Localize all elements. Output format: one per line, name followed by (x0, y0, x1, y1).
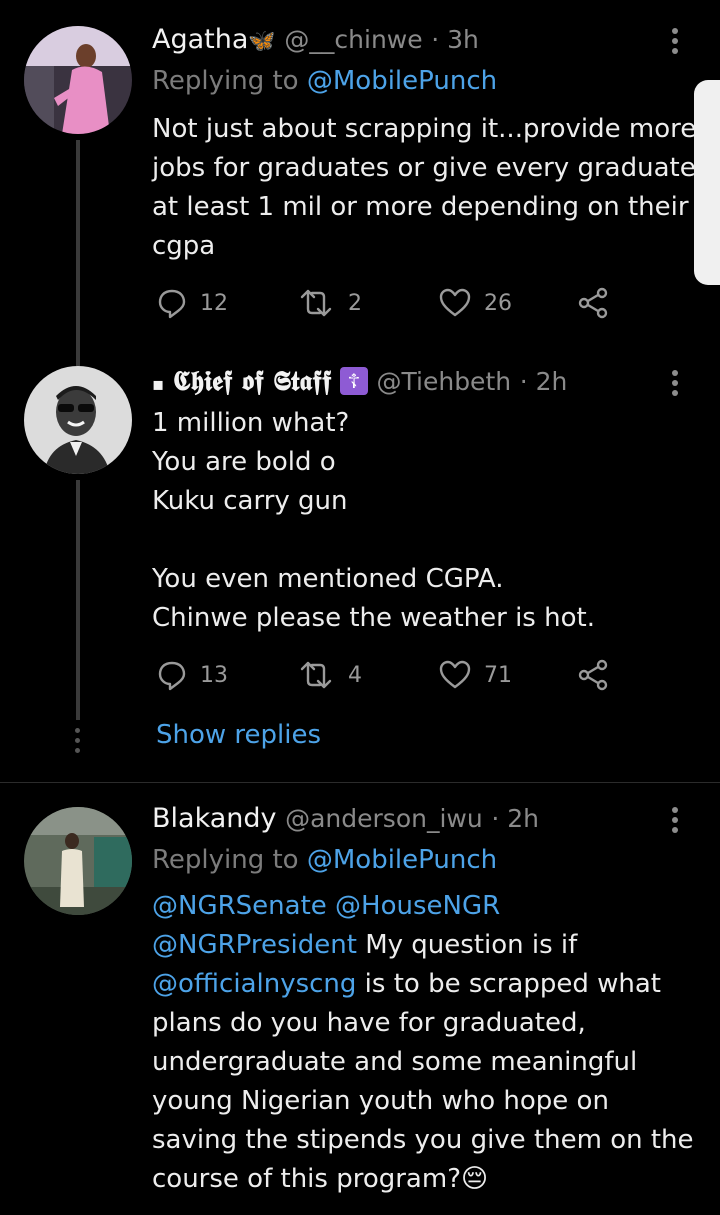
reply-count: 13 (200, 662, 228, 688)
thread-line (76, 140, 80, 360)
tweet-text-part: is to be scrapped what plans do you have… (152, 969, 702, 1194)
tweet-agatha[interactable]: Agatha🦋 @__chinwe · 3h Replying to @Mobi… (0, 0, 720, 360)
user-name[interactable]: 𝕮𝖍𝖎𝖊𝖋 𝖔𝖋 𝕾𝖙𝖆𝖋𝖋 (173, 366, 332, 397)
tweet-actions: 12 2 26 (156, 286, 626, 320)
like-button[interactable]: 71 (438, 658, 512, 692)
timestamp: · 2h (491, 804, 539, 833)
mention-link[interactable]: @HouseNGR (335, 891, 500, 921)
tweet-header: Blakandy @anderson_iwu · 2h (152, 803, 539, 834)
mention-link[interactable]: @NGRPresident (152, 930, 357, 960)
mention-link[interactable]: @MobilePunch (307, 845, 497, 875)
tweet-blakandy[interactable]: Blakandy @anderson_iwu · 2h Replying to … (0, 783, 720, 1215)
tweet-chief-of-staff[interactable]: ▪ 𝕮𝖍𝖎𝖊𝖋 𝖔𝖋 𝕾𝖙𝖆𝖋𝖋 ☦ @Tiehbeth · 2h 1 mill… (0, 360, 720, 782)
retweet-icon (300, 289, 332, 317)
tweet-text: 1 million what? You are bold o Kuku carr… (152, 408, 595, 633)
like-count: 26 (484, 290, 512, 316)
thread-dots (74, 728, 82, 758)
replying-to: Replying to @MobilePunch (152, 66, 497, 96)
tweet-actions: 13 4 71 (156, 658, 626, 692)
reply-button[interactable]: 13 (156, 658, 228, 692)
user-name[interactable]: Blakandy (152, 803, 277, 834)
heart-icon (439, 660, 471, 689)
cross-emoji: ☦ (339, 367, 368, 395)
tweet-text: Not just about scrapping it...provide mo… (152, 114, 705, 261)
retweet-button[interactable]: 4 (296, 658, 362, 692)
pensive-emoji: 😔 (461, 1164, 489, 1194)
avatar[interactable] (24, 26, 132, 134)
share-icon (578, 287, 608, 319)
replying-to: Replying to @MobilePunch (152, 845, 497, 875)
mention-link[interactable]: @NGRSenate (152, 891, 327, 921)
retweet-count: 4 (348, 662, 362, 688)
avatar[interactable] (24, 807, 132, 915)
user-handle[interactable]: @Tiehbeth (377, 367, 512, 396)
mention-link[interactable]: @MobilePunch (307, 66, 497, 96)
reply-count: 12 (200, 290, 228, 316)
show-replies-link[interactable]: Show replies (156, 720, 321, 750)
like-button[interactable]: 26 (438, 286, 512, 320)
retweet-icon (300, 661, 332, 689)
share-button[interactable] (576, 658, 610, 692)
tweet-text-part: My question is if (356, 930, 586, 960)
share-icon (578, 659, 608, 691)
more-vertical-icon[interactable] (672, 370, 690, 400)
user-handle[interactable]: @anderson_iwu (285, 804, 483, 833)
name-prefix: ▪ (152, 374, 165, 395)
tweet-text: @NGRSenate @HouseNGR @NGRPresident My qu… (152, 887, 697, 1199)
thread-line (76, 480, 80, 720)
retweet-count: 2 (348, 290, 362, 316)
timestamp: · 2h (519, 367, 568, 396)
more-vertical-icon[interactable] (672, 807, 690, 837)
share-button[interactable] (576, 286, 610, 320)
retweet-button[interactable]: 2 (296, 286, 362, 320)
heart-icon (439, 288, 471, 317)
reply-icon (158, 661, 186, 691)
mention-link[interactable]: @officialnyscng (152, 969, 356, 999)
user-handle[interactable]: @__chinwe (284, 25, 422, 54)
timestamp: · 3h (431, 25, 479, 54)
like-count: 71 (484, 662, 512, 688)
replying-label: Replying to (152, 845, 307, 875)
butterfly-emoji: 🦋 (248, 29, 276, 54)
avatar[interactable] (24, 366, 132, 474)
tweet-header: Agatha🦋 @__chinwe · 3h (152, 24, 479, 55)
reply-button[interactable]: 12 (156, 286, 228, 320)
reply-icon (158, 289, 186, 319)
tweet-header: ▪ 𝕮𝖍𝖎𝖊𝖋 𝖔𝖋 𝕾𝖙𝖆𝖋𝖋 ☦ @Tiehbeth · 2h (152, 366, 567, 398)
more-vertical-icon[interactable] (672, 28, 690, 58)
replying-label: Replying to (152, 66, 307, 96)
user-name[interactable]: Agatha (152, 24, 248, 55)
